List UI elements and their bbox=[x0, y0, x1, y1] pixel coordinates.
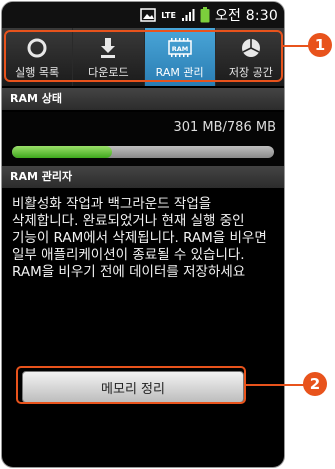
tab-downloads[interactable]: 다운로드 bbox=[73, 28, 145, 86]
tab-label: RAM 관리 bbox=[155, 66, 204, 79]
circle-icon bbox=[25, 36, 49, 60]
callout-marker-2: 2 bbox=[303, 372, 327, 396]
tab-label: 다운로드 bbox=[88, 66, 129, 79]
tab-label: 실행 목록 bbox=[15, 66, 60, 79]
tab-running-list[interactable]: 실행 목록 bbox=[2, 28, 74, 86]
download-icon bbox=[96, 36, 120, 60]
ram-progress-bar bbox=[12, 146, 274, 158]
gallery-icon bbox=[140, 8, 156, 22]
lte-label: LTE bbox=[161, 10, 176, 20]
ram-manager-header: RAM 관리자 bbox=[2, 166, 284, 188]
phone-screen: LTE 오전 8:30 실행 목록 다운로드 RAM RAM 관리 저장 공간 … bbox=[1, 1, 285, 468]
ram-chip-icon: RAM bbox=[167, 36, 192, 60]
ram-chip-text: RAM bbox=[171, 45, 188, 53]
tab-label: 저장 공간 bbox=[228, 66, 273, 79]
callout-line-2 bbox=[246, 384, 310, 386]
status-bar: LTE 오전 8:30 bbox=[2, 2, 284, 28]
lte-icon: LTE bbox=[161, 11, 176, 20]
status-time: 오전 8:30 bbox=[214, 8, 278, 24]
battery-icon bbox=[200, 7, 210, 23]
memory-clean-button[interactable]: 메모리 정리 bbox=[22, 371, 244, 403]
ram-progress-fill bbox=[12, 146, 113, 158]
ram-status-header: RAM 상태 bbox=[2, 88, 284, 110]
ram-usage-panel: 301 MB/786 MB bbox=[2, 112, 284, 166]
ram-usage-text: 301 MB/786 MB bbox=[173, 120, 276, 135]
ram-manager-description: 비활성화 작업과 백그라운드 작업을 삭제합니다. 완료되었거나 현재 실행 중… bbox=[12, 196, 267, 280]
tab-ram-manager[interactable]: RAM RAM 관리 bbox=[144, 28, 216, 86]
pie-chart-icon bbox=[239, 36, 263, 60]
callout-marker-1: 1 bbox=[308, 33, 332, 57]
tab-storage[interactable]: 저장 공간 bbox=[216, 28, 284, 86]
signal-bars-icon bbox=[181, 8, 195, 22]
tab-bar: 실행 목록 다운로드 RAM RAM 관리 저장 공간 bbox=[2, 28, 284, 86]
